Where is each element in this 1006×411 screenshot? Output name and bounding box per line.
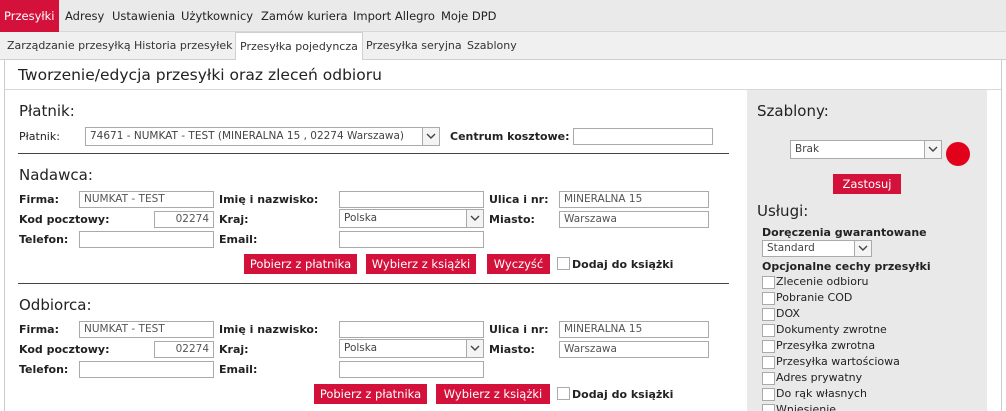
services-title: Usługi: [757, 202, 809, 220]
payer-divider [18, 153, 729, 154]
recipient-country-value: Polska [344, 342, 378, 354]
menu-item-moje-dpd[interactable]: Moje DPD [437, 0, 501, 32]
menu-item-ustawienia[interactable]: Ustawienia [108, 0, 179, 32]
recipient-email-input[interactable] [339, 361, 484, 378]
cost-center-label: Centrum kosztowe: [450, 130, 570, 143]
tab-przesylka-seryjna[interactable]: Przesyłka seryjna [362, 32, 466, 60]
tab-historia[interactable]: Historia przesyłek [130, 32, 236, 60]
guaranteed-delivery-label: Doręczenia gwarantowane [762, 226, 927, 239]
recipient-city-label: Miasto: [489, 343, 535, 356]
option-checkbox[interactable] [762, 324, 775, 337]
tab-szablony[interactable]: Szablony [463, 32, 521, 60]
option-checkbox[interactable] [762, 404, 775, 411]
option-checkbox[interactable] [762, 292, 775, 305]
recipient-add-to-book-checkbox[interactable] [557, 387, 570, 400]
recipient-section-title: Odbiorca: [19, 296, 92, 314]
recipient-phone-input[interactable] [79, 361, 214, 378]
apply-template-button[interactable]: Zastosuj [833, 174, 901, 194]
option-checkbox[interactable] [762, 276, 775, 289]
template-select-value: Brak [795, 143, 820, 155]
sender-city-label: Miasto: [489, 213, 535, 226]
sender-country-label: Kraj: [219, 213, 249, 226]
optional-features-label: Opcjonalne cechy przesyłki [762, 260, 931, 273]
option-checkbox[interactable] [762, 340, 775, 353]
recipient-add-to-book-label: Dodaj do książki [572, 388, 674, 401]
option-checkbox[interactable] [762, 356, 775, 369]
sender-from-book-button[interactable]: Wybierz z książki [366, 254, 476, 274]
sender-city-input[interactable]: Warszawa [559, 211, 709, 228]
menu-item-przesylki[interactable]: Przesyłki [0, 0, 59, 32]
recipient-company-label: Firma: [19, 323, 59, 336]
sender-email-input[interactable] [339, 231, 484, 248]
menu-item-uzytkownicy[interactable]: Użytkownicy [177, 0, 257, 32]
recipient-name-input[interactable] [339, 321, 484, 338]
recipient-company-input[interactable]: NUMKAT - TEST [79, 321, 214, 338]
option-checkbox[interactable] [762, 372, 775, 385]
chevron-down-icon [854, 241, 871, 256]
recipient-zip-input[interactable]: 02274 [154, 341, 214, 358]
recipient-country-label: Kraj: [219, 343, 249, 356]
menu-item-zamow-kuriera[interactable]: Zamów kuriera [257, 0, 352, 32]
recipient-street-label: Ulica i nr: [489, 323, 549, 336]
sender-add-to-book-checkbox[interactable] [557, 257, 570, 270]
sender-zip-input[interactable]: 02274 [154, 211, 214, 228]
recipient-phone-label: Telefon: [19, 363, 69, 376]
recipient-zip-label: Kod pocztowy: [19, 343, 110, 356]
template-select[interactable]: Brak [790, 140, 942, 159]
status-dot-icon [946, 142, 970, 166]
payer-select-value: 74671 - NUMKAT - TEST (MINERALNA 15 , 02… [90, 130, 405, 142]
recipient-email-label: Email: [219, 363, 258, 376]
sender-name-input[interactable] [339, 191, 484, 208]
sender-section-title: Nadawca: [19, 166, 93, 184]
sender-name-label: Imię i nazwisko: [219, 193, 319, 206]
chevron-down-icon [466, 210, 483, 227]
tab-przesylka-pojedyncza[interactable]: Przesyłka pojedyncza [235, 32, 363, 61]
chevron-down-icon [466, 340, 483, 357]
payer-select[interactable]: 74671 - NUMKAT - TEST (MINERALNA 15 , 02… [85, 127, 440, 146]
sender-street-label: Ulica i nr: [489, 193, 549, 206]
payer-section-title: Płatnik: [19, 102, 75, 120]
chevron-down-icon [924, 141, 941, 158]
sender-clear-button[interactable]: Wyczyść [487, 254, 550, 274]
menu-item-import-allegro[interactable]: Import Allegro [349, 0, 439, 32]
sender-company-label: Firma: [19, 193, 59, 206]
primary-menu: Przesyłki Adresy Ustawienia Użytkownicy … [0, 0, 1006, 32]
recipient-from-payer-button[interactable]: Pobierz z płatnika [314, 384, 427, 404]
recipient-from-book-button[interactable]: Wybierz z książki [436, 384, 550, 404]
guaranteed-delivery-select[interactable]: Standard [762, 240, 872, 257]
sender-email-label: Email: [219, 233, 258, 246]
sender-company-input[interactable]: NUMKAT - TEST [79, 191, 214, 208]
sender-add-to-book-label: Dodaj do książki [572, 258, 674, 271]
page-title: Tworzenie/edycja przesyłki oraz zleceń o… [18, 66, 382, 84]
sender-street-input[interactable]: MINERALNA 15 [559, 191, 709, 208]
option-checkbox[interactable] [762, 388, 775, 401]
recipient-name-label: Imię i nazwisko: [219, 323, 319, 336]
secondary-menu: Zarządzanie przesyłką Historia przesyłek… [0, 32, 1006, 61]
sender-divider [18, 283, 729, 284]
guaranteed-delivery-value: Standard [767, 242, 815, 254]
sender-country-value: Polska [344, 212, 378, 224]
side-panel: Szablony: Brak Zastosuj Usługi: Doręczen… [747, 90, 987, 411]
templates-title: Szablony: [757, 102, 829, 120]
option-checkbox[interactable] [762, 308, 775, 321]
cost-center-input[interactable] [573, 128, 713, 145]
sender-from-payer-button[interactable]: Pobierz z płatnika [244, 254, 357, 274]
sender-country-select[interactable]: Polska [339, 209, 484, 228]
tab-zarzadzanie[interactable]: Zarządzanie przesyłką [3, 32, 135, 60]
recipient-street-input[interactable]: MINERALNA 15 [559, 321, 709, 338]
sender-phone-input[interactable] [79, 231, 214, 248]
payer-label: Płatnik: [19, 130, 60, 143]
chevron-down-icon [422, 128, 439, 145]
recipient-city-input[interactable]: Warszawa [559, 341, 709, 358]
sender-phone-label: Telefon: [19, 233, 69, 246]
menu-item-adresy[interactable]: Adresy [61, 0, 108, 32]
recipient-country-select[interactable]: Polska [339, 339, 484, 358]
sender-zip-label: Kod pocztowy: [19, 213, 110, 226]
